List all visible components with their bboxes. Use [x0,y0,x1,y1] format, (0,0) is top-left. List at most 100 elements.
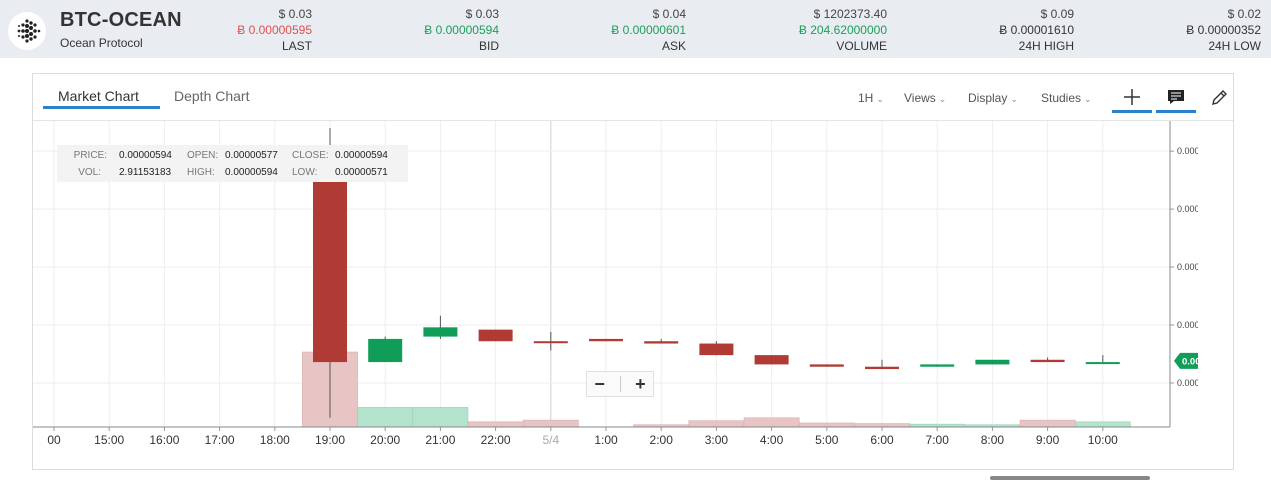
candle-body [1085,362,1120,365]
studies-label: Studies [1041,91,1082,105]
candle-body [699,343,734,356]
info-price-value: 0.00000594 [119,150,172,161]
stat-24h-high-label: 24H HIGH [1018,39,1074,53]
stat-volume-usd: $ 1202373.40 [813,7,887,21]
x-tick-label: 17:00 [205,433,235,447]
volume-bar [688,420,745,428]
stat-ask-btc: Ƀ 0.00000601 [611,23,686,37]
stat-24h-low-label: 24H LOW [1208,39,1261,53]
volume-bar [412,407,469,428]
ocean-protocol-logo-icon [8,12,46,50]
chevron-down-icon: ⌄ [1084,94,1092,104]
stat-last-usd: $ 0.03 [278,7,312,21]
studies-dropdown[interactable]: Studies ⌄ [1041,91,1092,105]
x-tick-label: 22:00 [481,433,511,447]
interval-dropdown[interactable]: 1H ⌄ [858,91,884,105]
stat-24h-high-btc: Ƀ 0.00001610 [999,23,1074,37]
zoom-in-button[interactable]: + [635,374,646,395]
candle-body [313,167,347,363]
volume-bar [467,421,524,428]
views-dropdown[interactable]: Views ⌄ [904,91,946,105]
market-subtitle: Ocean Protocol [60,36,143,50]
chevron-down-icon: ⌄ [1010,94,1018,104]
x-tick-label: 5/4 [542,433,559,447]
chevron-down-icon: ⌄ [938,94,947,104]
x-tick-label: 1:00 [594,433,618,447]
info-high-label: HIGH: [187,167,215,178]
scrollbar-thumb[interactable] [990,476,1150,480]
tab-depth-chart[interactable]: Depth Chart [174,88,249,104]
volume-bar [357,407,414,428]
x-tick-label: 00 [47,433,61,447]
y-tick-label: 0.00001000 [1177,262,1198,272]
stat-ask: $ 0.04 Ƀ 0.00000601 ASK [611,6,686,54]
info-low-label: LOW: [292,167,318,178]
comment-icon [1168,89,1184,104]
zoom-control: − + [586,371,654,397]
ohlc-info-box: PRICE: 0.00000594 OPEN: 0.00000577 CLOSE… [57,145,408,182]
stat-bid-usd: $ 0.03 [465,7,499,21]
candle-body [533,341,568,344]
last-price-label: 0.00000595 [1182,356,1198,367]
volume-bar [743,417,800,428]
market-name: BTC-OCEAN [60,9,182,31]
x-tick-label: 3:00 [705,433,729,447]
views-label: Views [904,91,936,105]
info-vol-value: 2.91153183 [119,167,172,178]
chevron-down-icon: ⌄ [876,94,884,104]
stat-24h-low: $ 0.02 Ƀ 0.00000352 24H LOW [1186,6,1261,54]
zoom-out-button[interactable]: − [594,374,605,395]
info-close-value: 0.00000594 [335,150,388,161]
volume-bar [798,422,855,428]
candle-body [754,355,789,365]
info-price-label: PRICE: [73,150,107,161]
stat-volume-label: VOLUME [836,39,887,53]
x-tick-label: 2:00 [650,433,674,447]
crosshair-icon [1124,88,1140,105]
candle-body [423,327,458,337]
stat-ask-label: ASK [661,39,686,53]
volume-bar [1074,421,1131,428]
candle-body [920,364,955,367]
annotation-button[interactable] [1156,83,1196,113]
candle-body [589,338,623,342]
stat-24h-low-btc: Ƀ 0.00000352 [1186,23,1261,37]
info-high-value: 0.00000594 [225,167,278,178]
y-tick-label: 0.00000500 [1177,378,1198,388]
market-header: BTC-OCEAN Ocean Protocol $ 0.03 Ƀ 0.0000… [0,0,1271,58]
zoom-divider [619,376,621,392]
stat-bid: $ 0.03 Ƀ 0.00000594 BID [424,6,499,54]
volume-bar [522,419,579,428]
x-tick-label: 15:00 [94,433,124,447]
x-tick-label: 18:00 [260,433,290,447]
stat-ask-usd: $ 0.04 [652,7,686,21]
info-open-label: OPEN: [187,150,219,161]
info-vol-label: VOL: [78,167,101,178]
candle-body [865,366,899,370]
x-tick-label: 10:00 [1088,433,1118,447]
pencil-icon [1212,90,1227,105]
candle-body [368,338,403,363]
tab-market-chart[interactable]: Market Chart [58,88,139,104]
candle-body [975,359,1010,365]
crosshair-button[interactable] [1112,83,1152,113]
info-close-label: CLOSE: [292,150,329,161]
stat-volume-btc: Ƀ 204.62000000 [798,23,887,37]
stat-24h-low-usd: $ 0.02 [1227,7,1261,21]
x-tick-label: 5:00 [815,433,839,447]
stat-last-btc: Ƀ 0.00000595 [237,23,312,37]
stat-24h-high: $ 0.09 Ƀ 0.00001610 24H HIGH [999,6,1074,54]
x-tick-label: 21:00 [425,433,455,447]
x-tick-label: 8:00 [981,433,1005,447]
candle-body [478,329,513,342]
y-tick-label: 0.00001500 [1177,146,1198,156]
last-price-marker: 0.00000595 [1174,352,1198,369]
candle-body [809,364,844,367]
stat-bid-btc: Ƀ 0.00000594 [424,23,499,37]
stat-bid-label: BID [478,39,499,53]
draw-button[interactable] [1199,83,1239,113]
volume-bar [854,423,910,428]
display-label: Display [968,91,1008,105]
display-dropdown[interactable]: Display ⌄ [968,91,1018,105]
candle-body [644,341,679,344]
